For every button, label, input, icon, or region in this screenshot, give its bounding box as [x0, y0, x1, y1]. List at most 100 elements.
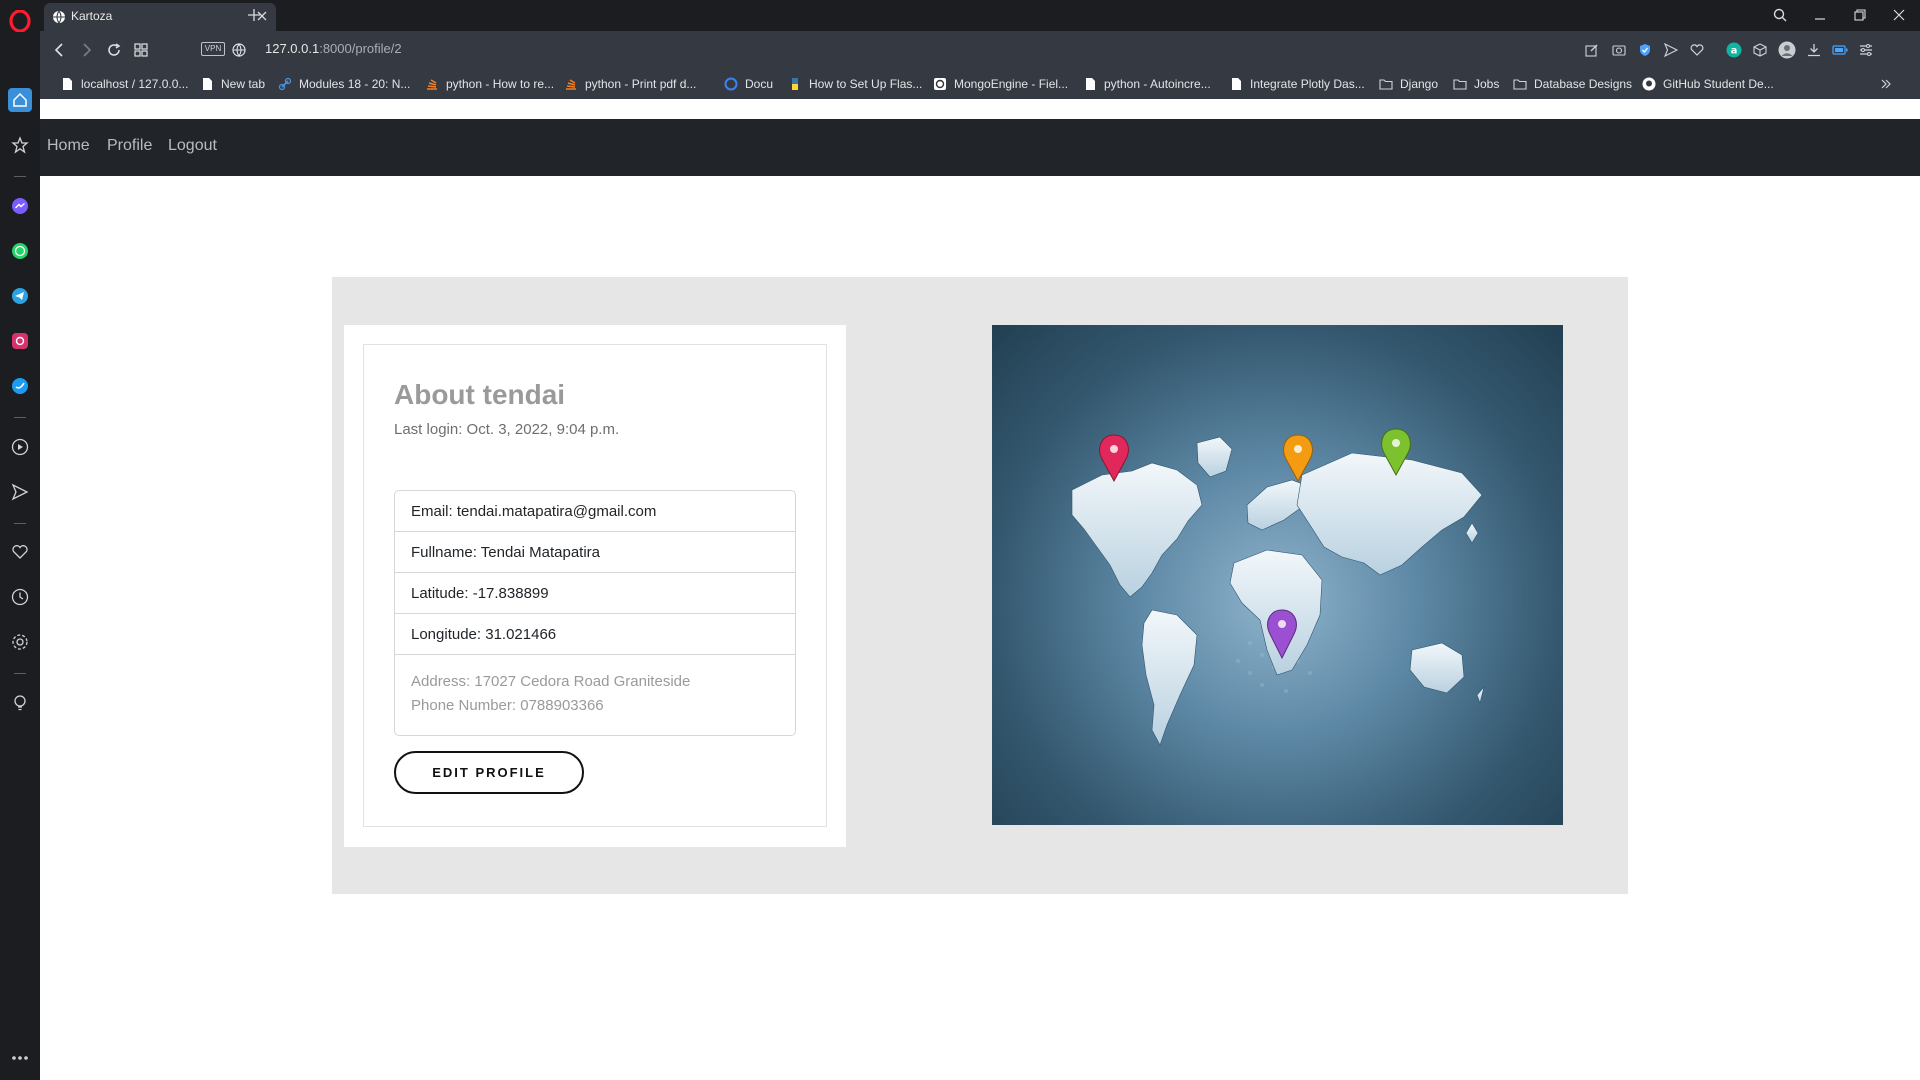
- latitude-value: Latitude: -17.838899: [411, 585, 549, 602]
- forward-arrow-icon[interactable]: [76, 39, 98, 61]
- bookmark-label: Integrate Plotly Das...: [1250, 77, 1365, 91]
- send-to-icon[interactable]: [1660, 39, 1682, 61]
- vpn-badge[interactable]: VPN: [201, 42, 225, 56]
- twitter-icon[interactable]: [8, 374, 32, 398]
- bookmark-folder-django[interactable]: Django: [1379, 76, 1438, 92]
- close-window-icon[interactable]: [1886, 2, 1912, 28]
- world-map-image: [992, 325, 1563, 825]
- nav-home-link[interactable]: Home: [47, 137, 90, 155]
- more-options-icon[interactable]: [8, 1046, 32, 1070]
- instagram-icon[interactable]: [8, 329, 32, 353]
- player-icon[interactable]: [8, 435, 32, 459]
- reload-icon[interactable]: [103, 39, 125, 61]
- bookmark-label: localhost / 127.0.0...: [81, 77, 189, 91]
- bookmark-label: Docu: [745, 77, 774, 91]
- history-clock-icon[interactable]: [8, 585, 32, 609]
- bookmark-flask[interactable]: How to Set Up Flas...: [788, 76, 922, 92]
- bookmark-plotly-dash[interactable]: Integrate Plotly Das...: [1229, 76, 1365, 92]
- address-bar: VPN 127.0.0.1:8000/profile/2 a: [40, 31, 1920, 68]
- bookmark-label: New tab: [221, 77, 266, 91]
- bookmark-docu[interactable]: Docu: [724, 76, 773, 92]
- more-bookmarks-chevron-icon[interactable]: [1880, 76, 1892, 92]
- snapshot-camera-icon[interactable]: [1608, 39, 1630, 61]
- edit-profile-button[interactable]: EDIT PROFILE: [394, 751, 584, 794]
- folder-icon: [1453, 79, 1467, 90]
- whatsapp-icon[interactable]: [8, 239, 32, 263]
- doc-icon: [1232, 78, 1241, 90]
- new-tab-plus-icon[interactable]: [243, 4, 265, 26]
- bookmark-github-student[interactable]: GitHub Student De...: [1642, 76, 1774, 92]
- messenger-icon[interactable]: [8, 194, 32, 218]
- bookmarks-bar: localhost / 127.0.0... New tab Modules 1…: [40, 68, 1920, 99]
- restore-icon[interactable]: [1847, 2, 1873, 28]
- sidebar-divider: [14, 673, 26, 674]
- tab-search-icon[interactable]: [1767, 2, 1793, 28]
- list-item-longitude: Longitude: 31.021466: [395, 614, 795, 655]
- lightbulb-icon[interactable]: [8, 691, 32, 715]
- opera-sidebar: [0, 0, 40, 1080]
- site-navbar: Home Profile Logout: [40, 119, 1920, 176]
- downloads-icon[interactable]: [1803, 39, 1825, 61]
- bookmark-localhost[interactable]: localhost / 127.0.0...: [60, 76, 188, 92]
- tab-bar: Kartoza: [40, 0, 1920, 31]
- nav-profile-link[interactable]: Profile: [107, 137, 152, 155]
- nav-logout-link[interactable]: Logout: [168, 137, 217, 155]
- edit-page-icon[interactable]: [1581, 39, 1603, 61]
- send-icon[interactable]: [8, 480, 32, 504]
- email-value: Email: tendai.matapatira@gmail.com: [411, 503, 657, 520]
- speed-dial-icon[interactable]: [8, 88, 32, 112]
- bookmark-modules[interactable]: Modules 18 - 20: N...: [278, 76, 410, 92]
- bookmark-folder-database-designs[interactable]: Database Designs: [1513, 76, 1632, 92]
- profile-card: About tendai Last login: Oct. 3, 2022, 9…: [344, 325, 846, 847]
- tab-kartoza[interactable]: Kartoza: [44, 3, 276, 31]
- bookmark-label: How to Set Up Flas...: [809, 77, 923, 91]
- sidebar-divider: [14, 176, 26, 177]
- easy-setup-menu-icon[interactable]: [1855, 39, 1877, 61]
- bookmark-label: MongoEngine - Fiel...: [954, 77, 1069, 91]
- shield-icon[interactable]: [1634, 39, 1656, 61]
- url-host: 127.0.0.1: [265, 41, 320, 56]
- sidebar-divider: [14, 523, 26, 524]
- bookmark-label: python - Print pdf d...: [585, 77, 697, 91]
- bookmark-folder-jobs[interactable]: Jobs: [1453, 76, 1499, 92]
- bookmark-mongoengine[interactable]: MongoEngine - Fiel...: [933, 76, 1068, 92]
- folder-icon: [1379, 79, 1393, 90]
- sidebar-divider: [14, 417, 26, 418]
- bookmark-autoincrement[interactable]: python - Autoincre...: [1083, 76, 1211, 92]
- folder-icon: [1513, 79, 1527, 90]
- back-arrow-icon[interactable]: [48, 39, 70, 61]
- favorite-heart-icon[interactable]: [1686, 39, 1708, 61]
- heart-icon[interactable]: [8, 540, 32, 564]
- bookmark-label: python - How to re...: [446, 77, 555, 91]
- last-login-text: Last login: Oct. 3, 2022, 9:04 p.m.: [394, 421, 620, 438]
- phone-number-text: Phone Number: 0788903366: [411, 697, 604, 714]
- bookmark-label: Database Designs: [1534, 77, 1633, 91]
- github-icon: [1642, 77, 1656, 91]
- settings-gear-icon[interactable]: [8, 630, 32, 654]
- link-icon: [278, 77, 292, 91]
- battery-saver-icon[interactable]: [1829, 39, 1851, 61]
- profile-avatar-icon[interactable]: [1776, 39, 1798, 61]
- address-text: Address: 17027 Cedora Road Graniteside: [411, 673, 691, 690]
- minimize-icon[interactable]: [1807, 2, 1833, 28]
- profile-card-body: About tendai Last login: Oct. 3, 2022, 9…: [363, 344, 827, 827]
- bookmark-new-tab[interactable]: New tab: [200, 76, 265, 92]
- bookmark-python-how-to[interactable]: python - How to re...: [425, 76, 554, 92]
- aria-extension-icon[interactable]: a: [1723, 39, 1745, 61]
- extensions-cube-icon[interactable]: [1749, 39, 1771, 61]
- doc-icon: [63, 78, 72, 90]
- docu-icon: [724, 77, 738, 91]
- page-viewport: Home Profile Logout About tendai Last lo…: [40, 99, 1920, 1080]
- bookmark-python-print-pdf[interactable]: python - Print pdf d...: [564, 76, 696, 92]
- tab-grid-icon[interactable]: [130, 39, 152, 61]
- list-item-email: Email: tendai.matapatira@gmail.com: [395, 491, 795, 532]
- page-title: About tendai: [394, 379, 566, 410]
- url-field[interactable]: 127.0.0.1:8000/profile/2: [265, 41, 402, 56]
- opera-logo-icon[interactable]: [9, 10, 31, 32]
- bookmarks-star-icon[interactable]: [8, 133, 32, 157]
- telegram-icon[interactable]: [8, 284, 32, 308]
- fullname-value: Fullname: Tendai Matapatira: [411, 544, 600, 561]
- longitude-value: Longitude: 31.021466: [411, 626, 557, 643]
- site-info-globe-icon[interactable]: [228, 39, 250, 61]
- world-map-graphic: [1071, 428, 1485, 746]
